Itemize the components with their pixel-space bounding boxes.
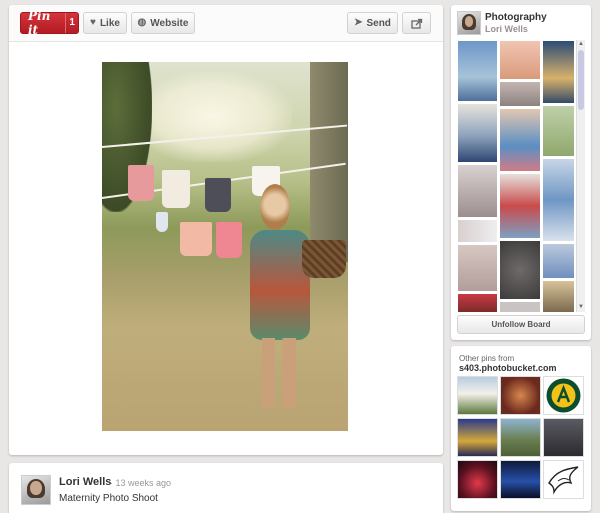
board-thumbnail[interactable] bbox=[457, 103, 498, 163]
website-button[interactable]: ◍ Website bbox=[131, 12, 195, 34]
board-thumbnail[interactable] bbox=[542, 158, 575, 242]
board-thumbnail[interactable] bbox=[542, 243, 575, 279]
send-button[interactable]: ➤ Send bbox=[347, 12, 398, 34]
board-thumbnail[interactable] bbox=[542, 105, 575, 157]
board-thumbnail[interactable] bbox=[499, 301, 541, 312]
board-owner-avatar[interactable] bbox=[457, 11, 481, 35]
board-thumbnail[interactable] bbox=[542, 280, 575, 312]
share-icon bbox=[410, 18, 422, 29]
website-label: Website bbox=[150, 17, 189, 29]
board-owner[interactable]: Lori Wells bbox=[485, 24, 528, 34]
board-thumbnail[interactable] bbox=[499, 40, 541, 80]
board-thumbnail[interactable] bbox=[499, 81, 541, 107]
like-label: Like bbox=[99, 17, 120, 29]
globe-icon: ◍ bbox=[137, 17, 147, 28]
board-thumbnail[interactable] bbox=[457, 293, 498, 312]
other-pins-domain[interactable]: s403.photobucket.com bbox=[459, 363, 557, 373]
other-pin-thumbnail[interactable] bbox=[543, 376, 584, 415]
board-thumbnail[interactable] bbox=[499, 240, 541, 300]
bird-drawing-icon bbox=[548, 466, 579, 495]
share-button[interactable] bbox=[402, 12, 431, 34]
board-thumbnail[interactable] bbox=[499, 108, 541, 172]
comment-text: Maternity Photo Shoot bbox=[59, 493, 158, 504]
other-pins-card: Other pins from s403.photobucket.com bbox=[451, 346, 591, 511]
other-pin-thumbnail[interactable] bbox=[500, 418, 541, 457]
send-arrow-icon: ➤ bbox=[354, 17, 363, 28]
other-pin-thumbnail[interactable] bbox=[543, 418, 584, 457]
other-pin-thumbnail[interactable] bbox=[500, 460, 541, 499]
scrollbar-thumb[interactable] bbox=[578, 50, 584, 110]
board-thumbnail[interactable] bbox=[457, 40, 498, 102]
scroll-up-icon[interactable]: ▲ bbox=[577, 40, 585, 49]
avatar[interactable] bbox=[21, 475, 51, 505]
board-title[interactable]: Photography bbox=[485, 12, 547, 23]
board-scrollbar[interactable]: ▲ ▼ bbox=[576, 40, 585, 312]
board-thumbnail[interactable] bbox=[499, 173, 541, 239]
board-thumbnail-grid bbox=[457, 40, 575, 312]
oakland-athletics-logo bbox=[546, 378, 581, 413]
send-label: Send bbox=[366, 17, 391, 29]
other-pins-label: Other pins from bbox=[459, 354, 515, 363]
pin-it-button[interactable]: Pin it 1 bbox=[20, 9, 79, 37]
other-pin-thumbnail[interactable] bbox=[543, 460, 584, 499]
pin-image[interactable] bbox=[102, 62, 348, 431]
pin-card: Pin it 1 ♥ Like ◍ Website ➤ Send bbox=[9, 5, 443, 455]
comment-author[interactable]: Lori Wells bbox=[59, 476, 111, 488]
pin-toolbar: Pin it 1 ♥ Like ◍ Website ➤ Send bbox=[9, 5, 443, 42]
scroll-down-icon[interactable]: ▼ bbox=[577, 303, 585, 312]
board-card: Photography Lori Wells ▲ ▼ Unfollow Boar… bbox=[451, 5, 591, 340]
unfollow-board-button[interactable]: Unfollow Board bbox=[457, 315, 585, 334]
board-thumbnail[interactable] bbox=[457, 164, 498, 218]
board-thumbnail[interactable] bbox=[542, 40, 575, 104]
heart-icon: ♥ bbox=[90, 17, 96, 28]
other-pin-thumbnail[interactable] bbox=[457, 376, 498, 415]
other-pin-thumbnail[interactable] bbox=[457, 418, 498, 457]
pin-count: 1 bbox=[65, 13, 78, 33]
pin-it-label: Pin it bbox=[28, 9, 51, 37]
board-thumbnail[interactable] bbox=[457, 219, 498, 243]
board-thumbnail[interactable] bbox=[457, 244, 498, 292]
comment-card: Lori Wells · 13 weeks ago Maternity Phot… bbox=[9, 463, 443, 513]
other-pin-thumbnail[interactable] bbox=[457, 460, 498, 499]
comment-timestamp: · 13 weeks ago bbox=[110, 478, 172, 488]
other-pin-thumbnail[interactable] bbox=[500, 376, 541, 415]
like-button[interactable]: ♥ Like bbox=[83, 12, 127, 34]
